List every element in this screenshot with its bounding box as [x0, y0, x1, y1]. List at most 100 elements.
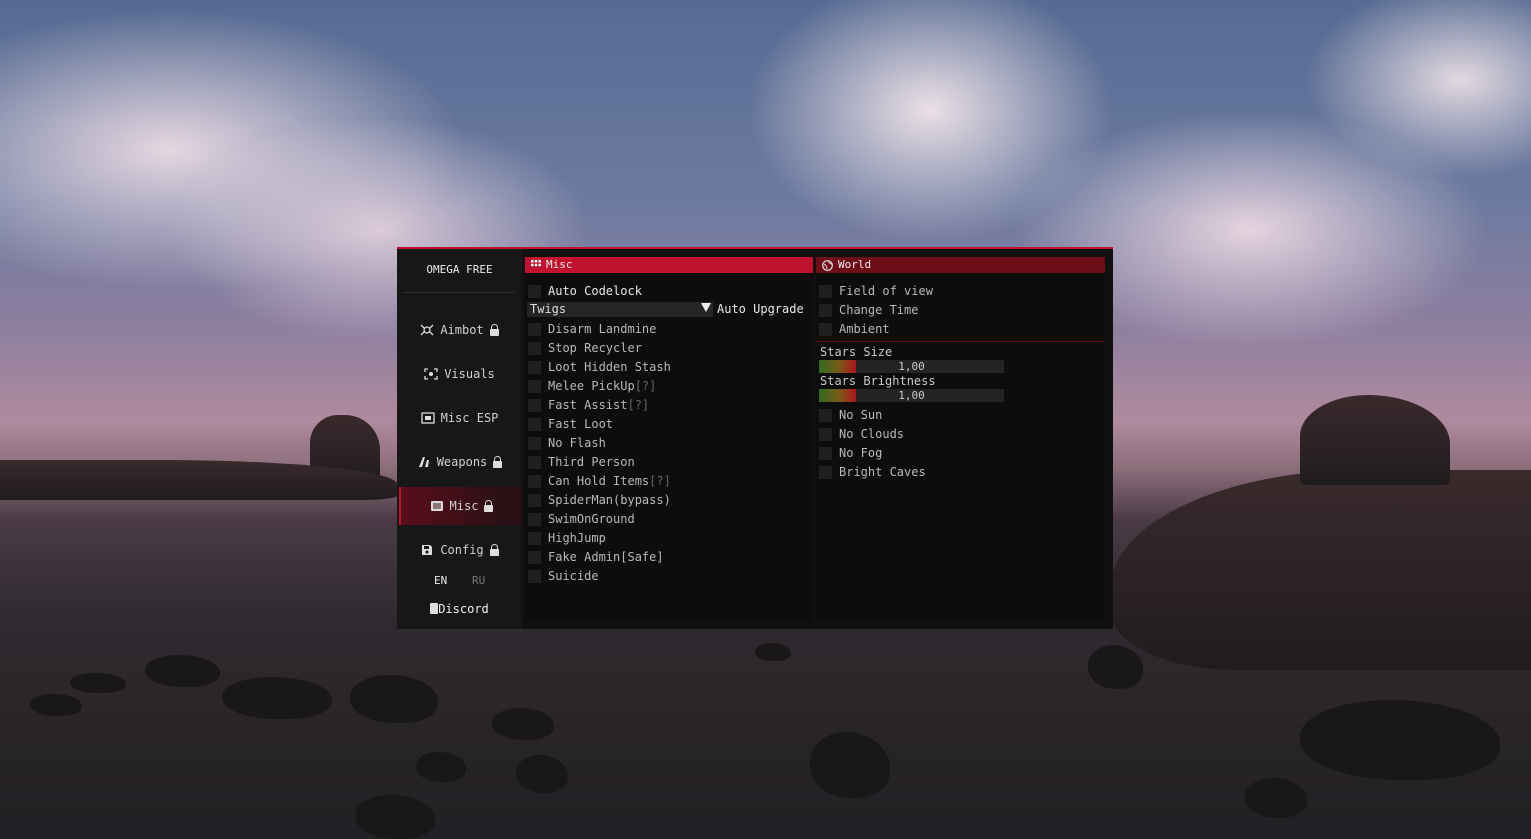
disarm-landmine-row[interactable]: Disarm Landmine [525, 321, 656, 337]
checkbox-label: Auto Codelock [548, 284, 642, 298]
checkbox[interactable] [528, 455, 541, 469]
can-hold-items-row[interactable]: Can Hold Items [?] [525, 473, 671, 489]
nav-item-misc[interactable]: Misc [399, 487, 522, 525]
nav-label: Aimbot [440, 323, 484, 337]
third-person-row[interactable]: Third Person [525, 454, 635, 470]
checkbox[interactable] [528, 550, 541, 564]
checkbox[interactable] [819, 427, 832, 441]
ambient-row[interactable]: Ambient [816, 321, 890, 337]
list-icon [430, 500, 444, 512]
nav-label: Config [440, 543, 484, 557]
checkbox[interactable] [528, 284, 541, 298]
nav-label: Visuals [444, 367, 495, 381]
checkbox[interactable] [819, 446, 832, 460]
swimonground-row[interactable]: SwimOnGround [525, 511, 635, 527]
checkbox-label: HighJump [548, 531, 606, 545]
rock [416, 752, 466, 782]
rock [1300, 700, 1500, 780]
rock [70, 673, 126, 693]
checkbox[interactable] [819, 465, 832, 479]
stars-brightness-label: Stars Brightness [820, 374, 936, 388]
checkbox[interactable] [528, 379, 541, 393]
nav-item-config[interactable]: Config [399, 531, 520, 569]
globe-icon [822, 259, 833, 271]
checkbox[interactable] [819, 284, 832, 298]
box-esp-icon [420, 412, 435, 424]
language-en[interactable]: EN [434, 574, 447, 587]
nav-item-visuals[interactable]: Visuals [399, 355, 520, 393]
stop-recycler-row[interactable]: Stop Recycler [525, 340, 642, 356]
suicide-row[interactable]: Suicide [525, 568, 599, 584]
misc-panel-header: Misc [525, 257, 813, 273]
melee-pickup-row[interactable]: Melee PickUp [?] [525, 378, 656, 394]
checkbox[interactable] [528, 360, 541, 374]
checkbox-label: Third Person [548, 455, 635, 469]
checkbox-label: Fake Admin[Safe] [548, 550, 664, 564]
no-clouds-row[interactable]: No Clouds [816, 426, 904, 442]
rock [755, 643, 791, 661]
world-panel-header: World [816, 257, 1105, 273]
stars-size-slider[interactable]: 1,00 [819, 360, 1004, 373]
rock [492, 708, 554, 740]
nav-item-weapons[interactable]: Weapons [399, 443, 520, 481]
nav-item-misc-esp[interactable]: Misc ESP [399, 399, 520, 437]
right-cliff [1300, 395, 1450, 485]
checkbox-label: SpiderMan(bypass) [548, 493, 671, 507]
checkbox[interactable] [528, 512, 541, 526]
fake-admin-safe-row[interactable]: Fake Admin[Safe] [525, 549, 664, 565]
checkbox[interactable] [819, 303, 832, 317]
checkbox[interactable] [528, 341, 541, 355]
checkbox[interactable] [528, 531, 541, 545]
weapons-icon [417, 456, 431, 468]
checkbox[interactable] [528, 493, 541, 507]
checkbox[interactable] [528, 322, 541, 336]
checkbox[interactable] [528, 398, 541, 412]
rock [516, 755, 568, 793]
change-time-row[interactable]: Change Time [816, 302, 918, 318]
checkbox-label: Loot Hidden Stash [548, 360, 671, 374]
misc-panel-title: Misc [546, 258, 573, 271]
spiderman-bypass-row[interactable]: SpiderMan(bypass) [525, 492, 671, 508]
brand-title: OMEGA FREE [426, 263, 493, 276]
checkbox[interactable] [819, 322, 832, 336]
fast-loot-row[interactable]: Fast Loot [525, 416, 613, 432]
discord-link[interactable]: Discord [397, 602, 522, 616]
rock [222, 677, 332, 719]
eye-scan-icon [424, 368, 438, 380]
loot-hidden-stash-row[interactable]: Loot Hidden Stash [525, 359, 671, 375]
field-of-view-row[interactable]: Field of view [816, 283, 933, 299]
help-hint[interactable]: [?] [627, 398, 649, 412]
checkbox[interactable] [528, 417, 541, 431]
save-icon [420, 544, 434, 556]
fast-assist-row[interactable]: Fast Assist [?] [525, 397, 649, 413]
bright-caves-row[interactable]: Bright Caves [816, 464, 926, 480]
no-flash-row[interactable]: No Flash [525, 435, 606, 451]
help-hint[interactable]: [?] [635, 379, 657, 393]
checkbox[interactable] [528, 474, 541, 488]
rock [145, 655, 220, 687]
checkbox-label: No Fog [839, 446, 883, 460]
checkbox[interactable] [819, 408, 832, 422]
discord-label: Discord [438, 602, 489, 616]
lock-icon [493, 455, 503, 468]
checkbox-label: Field of view [839, 284, 933, 298]
slider-value: 1,00 [898, 389, 925, 402]
help-hint[interactable]: [?] [649, 474, 671, 488]
checkbox-label: Bright Caves [839, 465, 926, 479]
nav-item-aimbot[interactable]: Aimbot [399, 311, 520, 349]
highjump-row[interactable]: HighJump [525, 530, 606, 546]
rock [30, 694, 82, 716]
stars-brightness-slider[interactable]: 1,00 [819, 389, 1004, 402]
grid-icon [531, 260, 541, 267]
checkbox[interactable] [528, 569, 541, 583]
world-divider [816, 341, 1105, 342]
checkbox-label: Fast Loot [548, 417, 614, 431]
language-ru[interactable]: RU [472, 574, 485, 587]
checkbox[interactable] [528, 436, 541, 450]
no-sun-row[interactable]: No Sun [816, 407, 882, 423]
upgrade-grade-select[interactable]: Twigs [527, 302, 713, 317]
checkbox-label: No Clouds [839, 427, 905, 441]
auto-codelock-row[interactable]: Auto Codelock [525, 283, 642, 299]
no-fog-row[interactable]: No Fog [816, 445, 882, 461]
nav-label: Weapons [436, 455, 488, 469]
